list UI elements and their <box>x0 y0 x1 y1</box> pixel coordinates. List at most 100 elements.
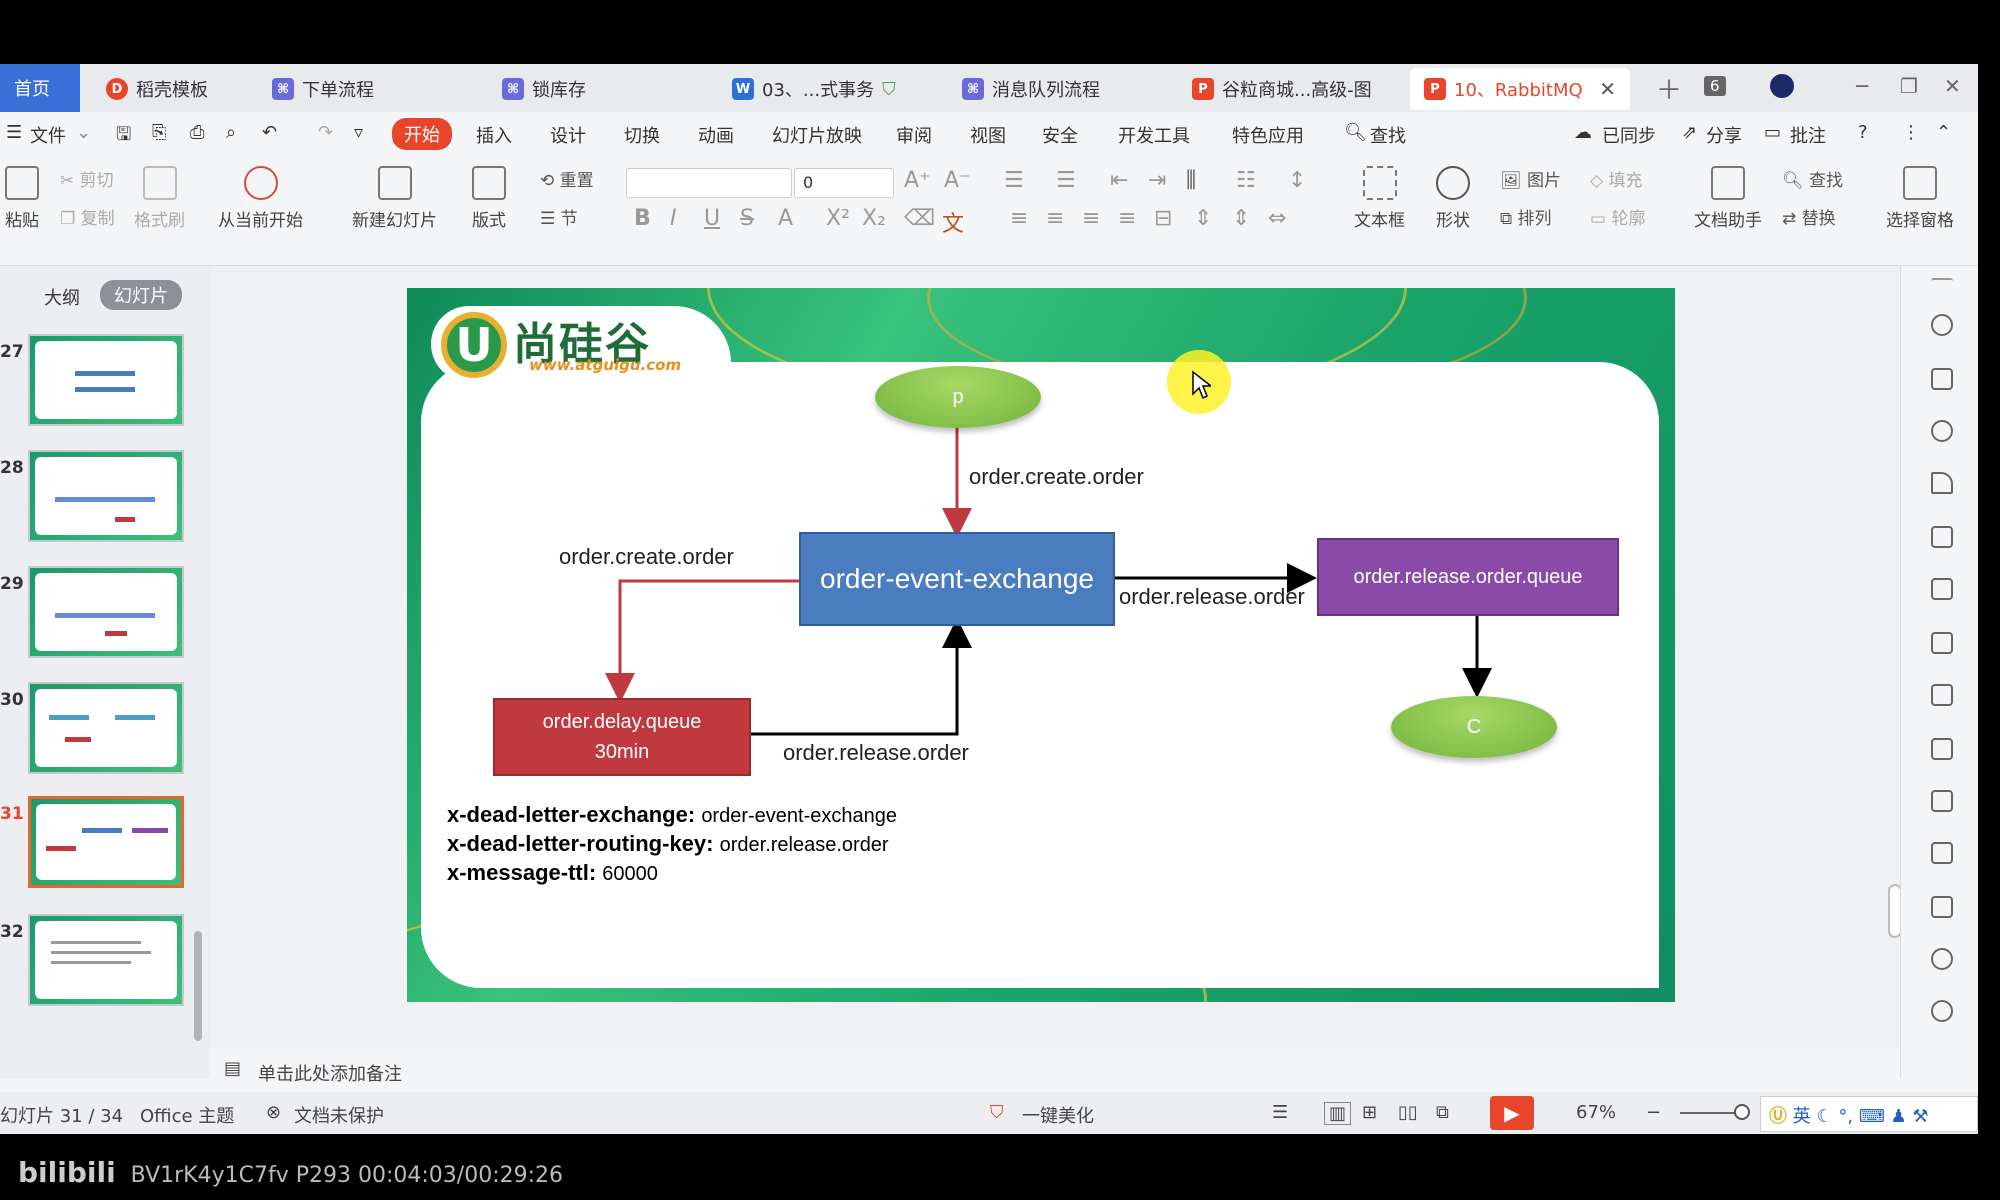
menu-insert[interactable]: 插入 <box>476 122 512 148</box>
format-painter-button[interactable]: 格式刷 <box>134 166 185 231</box>
strikethrough-icon[interactable]: S <box>740 206 754 231</box>
share-icon[interactable]: ⇗ <box>1682 122 1697 143</box>
print-icon[interactable]: ⎙ <box>190 122 204 143</box>
comment-icon[interactable]: ▭ <box>1764 122 1781 143</box>
phonetic-icon[interactable]: 文 <box>942 206 964 238</box>
font-name-select[interactable] <box>626 168 792 198</box>
redo-icon[interactable]: ↷ <box>318 122 333 143</box>
zoom-out-icon[interactable]: − <box>1646 1102 1661 1123</box>
menu-design[interactable]: 设计 <box>550 122 586 148</box>
menu-features[interactable]: 特色应用 <box>1232 122 1304 148</box>
menu-home[interactable]: 开始 <box>392 118 452 150</box>
template-icon[interactable] <box>1931 738 1953 760</box>
tab-docer[interactable]: D 稻壳模板 <box>92 68 252 110</box>
replace-button[interactable]: ⇄ 替换 <box>1782 204 1836 229</box>
play-slideshow-button[interactable]: ▶ <box>1490 1096 1534 1130</box>
find-button[interactable]: 🔍︎ 查找 <box>1782 166 1843 191</box>
align-text-icon[interactable]: ☷ <box>1236 168 1256 193</box>
reset-button[interactable]: ⟲ 重置 <box>540 166 594 191</box>
restore-icon[interactable]: ❐ <box>1900 74 1918 98</box>
print-preview-icon[interactable]: ⌕ <box>226 122 236 143</box>
outline-button[interactable]: ▭ 轮廓 <box>1590 204 1645 229</box>
producer-node[interactable]: p <box>875 366 1041 428</box>
menu-security[interactable]: 安全 <box>1042 122 1078 148</box>
para-spacing-icon[interactable]: ⇕ <box>1194 206 1212 231</box>
star-icon[interactable] <box>1931 314 1953 336</box>
tab-lock-stock[interactable]: ⌘ 锁库存 <box>488 68 708 110</box>
cut-button[interactable]: ✂ 剪切 <box>60 166 114 191</box>
help-icon[interactable]: ? <box>1858 122 1868 143</box>
presenter-view-icon[interactable]: ⧉ <box>1436 1102 1449 1123</box>
search-icon[interactable]: 🔍︎ <box>1344 122 1367 143</box>
sorter-view-icon[interactable]: ⊞ <box>1362 1102 1377 1123</box>
notes-area[interactable]: ▤ 单击此处添加备注 <box>210 1048 1900 1092</box>
picture-button[interactable]: 🖼︎ 图片 <box>1500 166 1561 191</box>
shape-button[interactable]: 形状 <box>1436 166 1470 231</box>
normal-view-icon[interactable]: ▥ <box>1324 1102 1352 1125</box>
zoom-level[interactable]: 67% <box>1576 1102 1616 1123</box>
moon-icon[interactable]: ☾ <box>1816 1106 1832 1127</box>
share-button[interactable]: 分享 <box>1706 122 1742 148</box>
columns-icon[interactable]: ⇕ <box>1232 206 1250 231</box>
arrange-button[interactable]: ⧉ 排列 <box>1500 204 1552 229</box>
menu-file[interactable]: 文件 <box>30 122 66 148</box>
close-window-icon[interactable]: ✕ <box>1944 74 1961 98</box>
menu-animation[interactable]: 动画 <box>698 122 734 148</box>
copy-icon[interactable] <box>1931 368 1953 390</box>
punctuation-icon[interactable]: °, <box>1838 1106 1853 1127</box>
slide[interactable]: U 尚硅谷 www.atguigu.com p order-event-exch… <box>407 288 1675 1002</box>
play-from-current-button[interactable]: 从当前开始 <box>218 166 303 231</box>
italic-icon[interactable]: I <box>670 206 677 231</box>
tab-guli-mall[interactable]: P 谷粒商城...高级-图 <box>1178 68 1398 110</box>
tab-order-flow[interactable]: ⌘ 下单流程 <box>258 68 478 110</box>
slide-thumbnail[interactable]: 32 <box>0 914 200 1014</box>
export-icon[interactable] <box>1931 790 1953 812</box>
menu-transition[interactable]: 切换 <box>624 122 660 148</box>
undo-icon[interactable]: ↶ <box>262 122 277 143</box>
notes-toggle-icon[interactable]: ☰ <box>1272 1102 1288 1123</box>
tab-count-badge[interactable]: 6 <box>1704 76 1726 96</box>
theme-name[interactable]: Office 主题 <box>140 1102 234 1128</box>
delay-queue-node[interactable]: order.delay.queue 30min <box>493 698 751 776</box>
save-icon[interactable]: 🖫 <box>116 122 131 152</box>
customize-icon[interactable]: ▿ <box>354 122 363 143</box>
release-queue-node[interactable]: order.release.order.queue <box>1317 538 1619 616</box>
slide-thumbnail[interactable]: 28 <box>0 450 200 550</box>
collapse-ribbon-icon[interactable]: ⌃ <box>1936 122 1951 143</box>
font-size-select[interactable]: 0 <box>794 168 894 198</box>
new-slide-button[interactable]: 新建幻灯片 <box>352 166 437 231</box>
grid-icon[interactable] <box>1931 578 1953 600</box>
numbering-icon[interactable]: ☰ <box>1056 168 1076 193</box>
cloud-sync-icon[interactable]: ☁ <box>1574 122 1592 143</box>
distribute-icon[interactable]: ⊟ <box>1154 206 1172 231</box>
bold-icon[interactable]: B <box>634 206 651 231</box>
layout-button[interactable]: 版式 <box>472 166 506 231</box>
slide-thumbnail[interactable]: 30 <box>0 682 200 782</box>
slide-thumbnail[interactable]: 29 <box>0 566 200 666</box>
doc-assistant-button[interactable]: 文档助手 <box>1694 166 1762 231</box>
select-pane-button[interactable]: 选择窗格 <box>1886 166 1954 231</box>
reading-view-icon[interactable]: ▯▯ <box>1398 1102 1418 1123</box>
panel-scrollbar[interactable] <box>194 931 202 1041</box>
hamburger-icon[interactable]: ☰ <box>6 122 22 143</box>
new-tab-icon[interactable]: ＋ <box>1656 70 1682 107</box>
comment-button[interactable]: 批注 <box>1790 122 1826 148</box>
slide-thumbnail-current[interactable]: 31 <box>0 796 200 896</box>
consumer-node[interactable]: C <box>1391 696 1557 758</box>
protect-status[interactable]: 文档未保护 <box>294 1102 384 1128</box>
minimize-icon[interactable]: ─ <box>1856 74 1868 98</box>
convert-icon[interactable]: ⇔ <box>1268 206 1286 231</box>
indent-icon[interactable]: ⇥ <box>1148 168 1166 193</box>
section-button[interactable]: ☰ 节 <box>540 204 578 229</box>
bullets-icon[interactable]: ☰ <box>1004 168 1024 193</box>
tab-slides[interactable]: 幻灯片 <box>100 280 182 310</box>
more-icon[interactable]: ⋮ <box>1902 122 1920 143</box>
menu-search[interactable]: 查找 <box>1370 122 1406 148</box>
textbox-button[interactable]: 文本框 <box>1354 166 1405 231</box>
font-color-icon[interactable]: A <box>778 206 793 231</box>
tab-outline[interactable]: 大纲 <box>44 284 80 310</box>
zoom-slider-thumb[interactable] <box>1734 1104 1750 1120</box>
slide-thumbnail[interactable]: 27 <box>0 334 200 434</box>
grow-font-icon[interactable]: A⁺ <box>904 168 931 193</box>
menu-review[interactable]: 审阅 <box>896 122 932 148</box>
